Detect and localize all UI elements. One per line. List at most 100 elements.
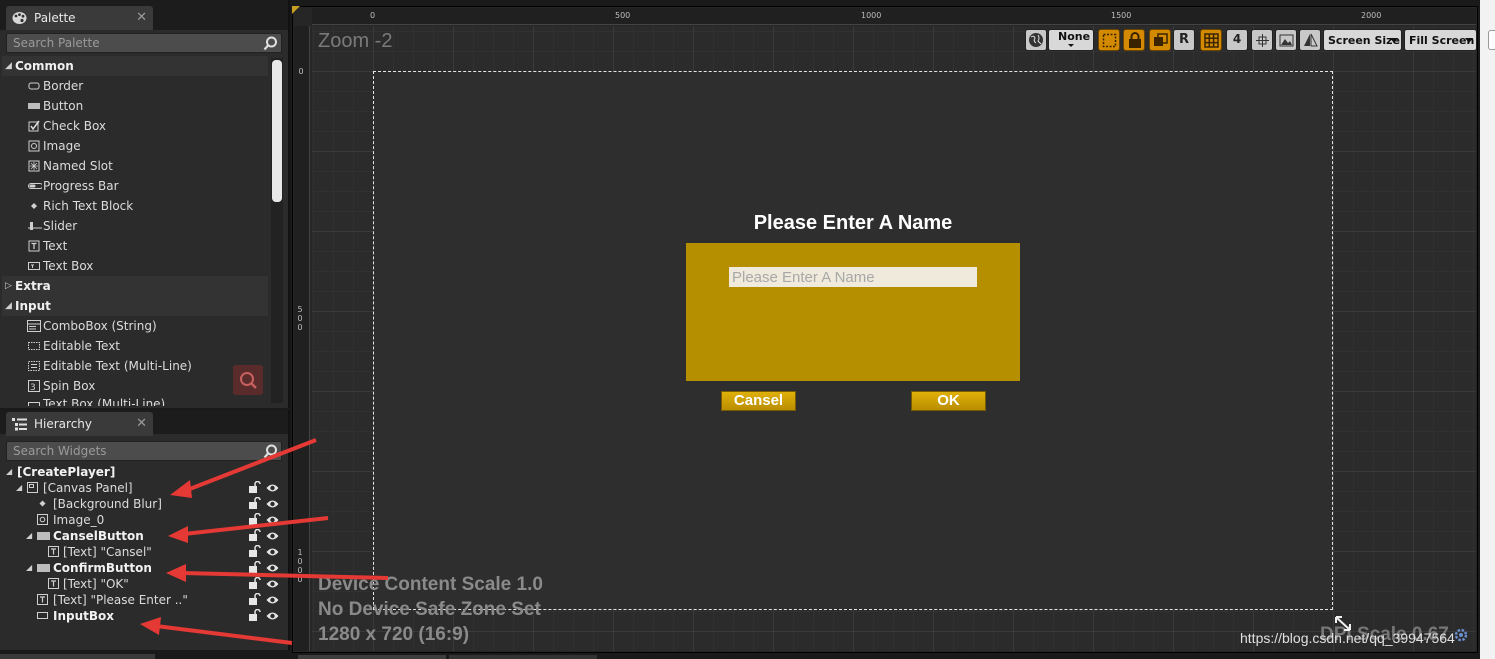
palette-item-check-box[interactable]: Check Box [2, 116, 268, 136]
eye-icon[interactable] [266, 546, 279, 558]
palette-item-combobox-string[interactable]: ComboBox (String) [2, 316, 268, 336]
tree-item-background-blur[interactable]: [Background Blur] [36, 496, 176, 512]
outline-toggle-button[interactable] [1098, 29, 1120, 51]
lock-open-icon[interactable] [248, 609, 261, 621]
lock-open-icon[interactable] [248, 481, 261, 493]
safe-zone-label: No Device Safe Zone Set [318, 599, 541, 620]
palette-item-editable-text-multiline[interactable]: Editable Text (Multi-Line) [2, 356, 268, 376]
eye-icon[interactable] [266, 514, 279, 526]
snap-none-dropdown[interactable]: None [1048, 29, 1094, 51]
hierarchy-search-input[interactable] [7, 442, 281, 460]
tree-item-label: CanselButton [53, 529, 144, 543]
palette-item-text-box-multiline[interactable]: Text Box (Multi-Line) [2, 396, 268, 406]
palette-item-border[interactable]: Border [2, 76, 268, 96]
resolution-label: 1280 x 720 (16:9) [318, 624, 470, 645]
tree-item-canvas-panel[interactable]: ◢ [Canvas Panel] [16, 480, 146, 496]
category-input[interactable]: ◢ Input [2, 296, 268, 316]
search-icon[interactable] [263, 444, 278, 459]
background-button[interactable] [1275, 29, 1297, 51]
eye-icon[interactable] [266, 562, 279, 574]
picture-icon [1279, 34, 1294, 47]
palette-search-input[interactable] [7, 34, 281, 52]
palette-item-named-slot[interactable]: Named Slot [2, 156, 268, 176]
grid-size-dropdown[interactable]: 4 [1226, 29, 1248, 51]
palette-item-text[interactable]: Text [2, 236, 268, 256]
tree-item-canselbutton[interactable]: ◢ CanselButton [26, 528, 146, 544]
svg-text:3: 3 [30, 383, 36, 392]
eye-icon[interactable] [266, 610, 279, 622]
palette-item-spin-box[interactable]: 3 Spin Box [2, 376, 268, 396]
tree-item-image-0[interactable]: Image_0 [36, 512, 136, 528]
eye-icon[interactable] [266, 578, 279, 590]
category-common[interactable]: ◢ Common [2, 56, 268, 76]
palette-scrollbar-thumb[interactable] [272, 60, 282, 202]
screen-size-dropdown[interactable]: Screen Size [1323, 29, 1402, 51]
diamond-icon [31, 203, 37, 209]
close-icon[interactable]: ✕ [136, 6, 147, 30]
grid-size-value: 4 [1232, 32, 1242, 46]
flip-button[interactable] [1299, 29, 1321, 51]
eye-icon[interactable] [266, 482, 279, 494]
grid-snap-toggle[interactable] [1200, 29, 1222, 51]
eye-icon[interactable] [266, 498, 279, 510]
world-button[interactable] [1025, 29, 1047, 51]
image-icon [28, 140, 40, 152]
button-icon [37, 532, 50, 540]
locale-toggle-button[interactable] [1149, 29, 1171, 51]
button-icon [28, 103, 40, 109]
category-extra[interactable]: ▷ Extra [2, 276, 268, 296]
lock-open-icon[interactable] [248, 513, 261, 525]
lock-open-icon[interactable] [248, 545, 261, 557]
palette-item-rich-text-block[interactable]: Rich Text Block [2, 196, 268, 216]
lock-open-icon[interactable] [248, 529, 261, 541]
palette-item-label: Rich Text Block [43, 199, 134, 213]
lock-open-icon[interactable] [248, 561, 261, 573]
ruler-tick-label: 0 [298, 67, 304, 76]
bottom-tab-strip [449, 655, 597, 659]
ok-button[interactable]: OK [911, 391, 986, 411]
tree-item-inputbox[interactable]: InputBox [37, 608, 137, 624]
lock-open-icon[interactable] [248, 497, 261, 509]
hierarchy-tabbar: Hierarchy ✕ [0, 410, 288, 436]
palette-item-text-box[interactable]: Text Box [2, 256, 268, 276]
eye-icon[interactable] [266, 530, 279, 542]
palette-item-image[interactable]: Image [2, 136, 268, 156]
hierarchy-search[interactable] [6, 441, 282, 461]
text-box-icon [37, 612, 48, 619]
fit-icon [1256, 34, 1269, 47]
tree-item-text-please-enter[interactable]: [Text] "Please Enter .." [37, 592, 188, 608]
palette-tab[interactable]: Palette ✕ [6, 6, 153, 30]
gear-icon[interactable] [1453, 627, 1469, 643]
respect-locks-button[interactable]: R [1173, 29, 1195, 51]
hierarchy-icon [12, 418, 27, 431]
tree-item-createplayer[interactable]: ◢ [CreatePlayer] [6, 464, 115, 480]
palette-tab-label: Palette [34, 11, 76, 25]
palette-item-progress-bar[interactable]: Progress Bar [2, 176, 268, 196]
palette-item-editable-text[interactable]: Editable Text [2, 336, 268, 356]
lock-open-icon[interactable] [248, 593, 261, 605]
palette-item-slider[interactable]: Slider [2, 216, 268, 236]
palette-search[interactable] [6, 33, 282, 53]
lock-open-icon[interactable] [248, 577, 261, 589]
scroll-handle[interactable] [1488, 30, 1495, 50]
close-icon[interactable]: ✕ [136, 412, 147, 436]
diamond-icon [39, 500, 46, 507]
palette-item-label: ComboBox (String) [43, 319, 157, 333]
text-icon [37, 594, 48, 605]
tree-item-confirmbutton[interactable]: ◢ ConfirmButton [26, 560, 156, 576]
tree-item-text-ok[interactable]: [Text] "OK" [48, 576, 148, 592]
fit-size-button[interactable] [1251, 29, 1273, 51]
name-input[interactable] [729, 267, 977, 287]
fill-screen-dropdown[interactable]: Fill Screen [1404, 29, 1477, 51]
eye-icon[interactable] [266, 594, 279, 606]
tree-item-text-cansel[interactable]: [Text] "Cansel" [48, 544, 158, 560]
search-icon[interactable] [263, 36, 278, 51]
category-label: Extra [15, 279, 51, 293]
palette-item-label: Text Box (Multi-Line) [43, 397, 166, 406]
lock-toggle-button[interactable] [1123, 29, 1145, 51]
cansel-button[interactable]: Cansel [721, 391, 796, 411]
hierarchy-tab[interactable]: Hierarchy ✕ [6, 412, 153, 436]
right-edge-panel [1480, 0, 1495, 659]
palette-item-button[interactable]: Button [2, 96, 268, 116]
find-widget-button[interactable] [233, 365, 263, 395]
